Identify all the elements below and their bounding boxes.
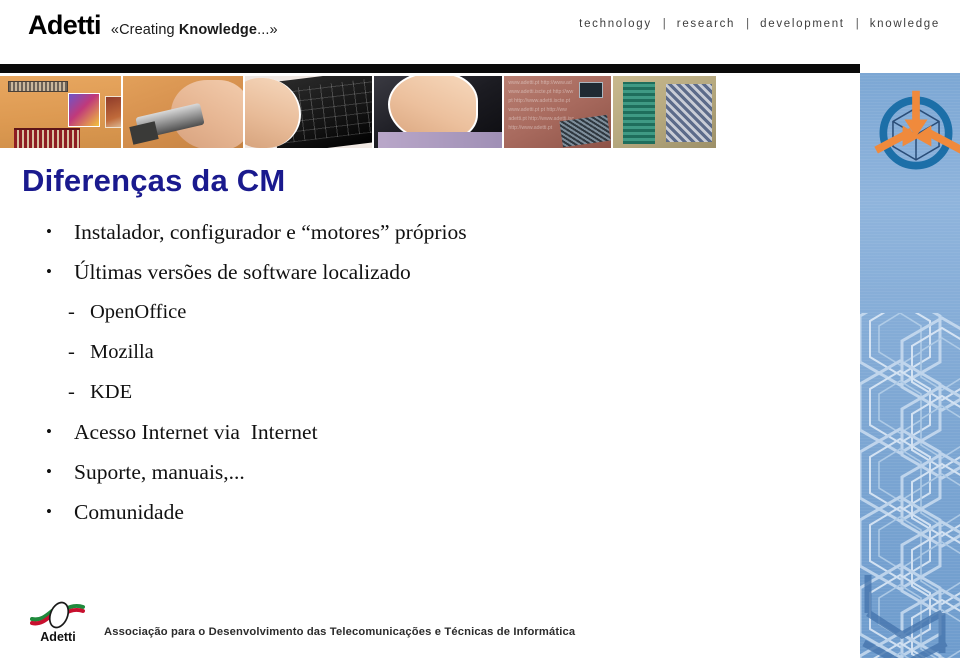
weave-graphic xyxy=(666,84,713,142)
url-line: www.adetti.pt pt http://ww xyxy=(508,107,567,113)
chip-graphic xyxy=(8,81,68,92)
tagline-bold: Knowledge xyxy=(178,22,258,38)
hexagon-pattern xyxy=(860,313,960,658)
sub-bullet-item: - Mozilla xyxy=(30,332,720,372)
footer-logo-word: Adetti xyxy=(40,630,76,644)
sub-bullet-text: KDE xyxy=(90,381,133,403)
tool-tip-graphic xyxy=(128,121,159,145)
desk-strip-graphic xyxy=(377,132,503,148)
bullet-item: • Suporte, manuais,... xyxy=(30,452,720,492)
cube-arrows-logo xyxy=(874,90,960,170)
slide-bullet-list: • Instalador, configurador e “motores” p… xyxy=(30,212,720,532)
page-header: Adetti «Creating Knowledge...» technolog… xyxy=(0,0,960,64)
photo-banner-strip: www.adetti.pt http://www.ad www.adetti.i… xyxy=(0,76,719,148)
footer-logo: Adetti xyxy=(28,600,88,652)
bullet-marker: • xyxy=(46,222,52,241)
bullet-item: • Acesso Internet via Internet xyxy=(30,412,720,452)
sub-bullet-text: OpenOffice xyxy=(90,301,187,323)
sub-bullet-marker: - xyxy=(68,381,75,403)
sub-bullet-marker: - xyxy=(68,301,75,323)
brand-lockup: Adetti «Creating Knowledge...» xyxy=(28,10,278,41)
bullet-item: • Últimas versões de software localizado xyxy=(30,252,720,292)
footer-organization-name: Associação para o Desenvolvimento das Te… xyxy=(104,626,576,638)
bullet-marker: • xyxy=(46,422,52,441)
tagline-open: «Creating xyxy=(110,22,179,38)
nav-item-knowledge[interactable]: knowledge xyxy=(868,18,942,30)
nav-item-research[interactable]: research xyxy=(675,18,737,30)
pins-graphic xyxy=(14,128,80,148)
slide-title: Diferenças da CM xyxy=(22,163,286,198)
bullet-item: • Instalador, configurador e “motores” p… xyxy=(30,212,720,252)
green-board-graphic xyxy=(623,82,656,144)
nav-separator-2: | xyxy=(746,18,750,30)
page-footer: Adetti Associação para o Desenvolvimento… xyxy=(0,598,860,658)
bullet-text: Suporte, manuais,... xyxy=(74,460,245,484)
cpu-graphic xyxy=(579,82,604,98)
url-line: pt http://www.adetti.iscte.pt xyxy=(508,98,571,104)
bullet-marker: • xyxy=(46,462,52,481)
tagline-close: ...» xyxy=(257,22,278,38)
right-decorative-sidebar xyxy=(860,73,960,658)
sub-bullet-marker: - xyxy=(68,341,75,363)
bullet-marker: • xyxy=(46,262,52,281)
banner-panel-hand-tool xyxy=(122,76,246,148)
sub-bullet-item: - OpenOffice xyxy=(30,292,720,332)
sub-bullet-text: Mozilla xyxy=(90,341,154,363)
sub-bullet-item: - KDE xyxy=(30,372,720,412)
banner-panel-green-board xyxy=(613,76,719,148)
brand-name: Adetti xyxy=(28,10,102,40)
nav-separator-3: | xyxy=(855,18,859,30)
bullet-text: Últimas versões de software localizado xyxy=(74,260,411,284)
bullet-text: Instalador, configurador e “motores” pró… xyxy=(74,220,467,244)
top-navigation[interactable]: technology | research | development | kn… xyxy=(577,18,942,30)
board-graphic xyxy=(105,96,121,128)
bullet-marker: • xyxy=(46,502,52,521)
bullet-text: Comunidade xyxy=(74,500,184,524)
bullet-text: Acesso Internet via Internet xyxy=(74,420,318,444)
adetti-ellipse-ribbon-icon xyxy=(30,601,85,629)
nav-item-development[interactable]: development xyxy=(758,18,847,30)
header-black-rule xyxy=(0,64,860,73)
nav-item-technology[interactable]: technology xyxy=(577,18,654,30)
card-graphic xyxy=(68,93,100,127)
banner-panel-fingers-typing xyxy=(373,76,505,148)
brand-tagline: «Creating Knowledge...» xyxy=(111,22,278,38)
banner-panel-keyboard-hand xyxy=(245,76,374,148)
nav-separator-1: | xyxy=(662,18,666,30)
banner-panel-desk-components xyxy=(0,76,123,148)
bullet-item: • Comunidade xyxy=(30,492,720,532)
banner-panel-circuit-urls: www.adetti.pt http://www.ad www.adetti.i… xyxy=(504,76,614,148)
